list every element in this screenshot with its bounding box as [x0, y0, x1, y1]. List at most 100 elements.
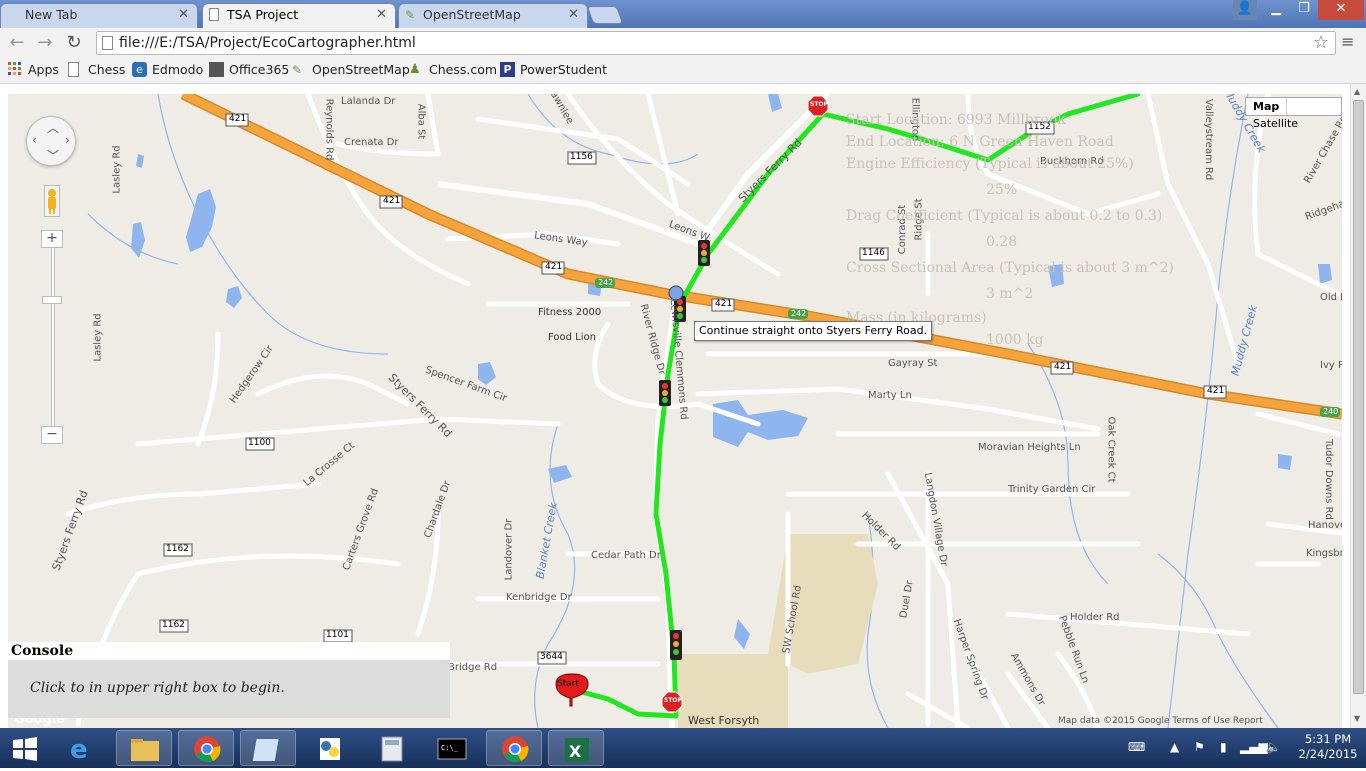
zoom-slider-handle[interactable] — [42, 296, 62, 304]
pan-control[interactable]: ︿ ﹀ ‹ › — [26, 116, 76, 166]
close-icon[interactable]: ✕ — [376, 4, 387, 26]
new-tab-button[interactable] — [586, 6, 624, 24]
network-icon[interactable]: ▂▄▆ — [1240, 740, 1268, 754]
map-label: Cedar Path Dr — [591, 550, 661, 561]
page-icon — [68, 62, 79, 77]
flag-icon[interactable]: ⚑ — [1194, 740, 1205, 754]
excel-icon[interactable]: X — [548, 730, 604, 766]
system-clock[interactable]: 5:31 PM 2/24/2015 — [1294, 732, 1362, 762]
powerstudent-icon: P — [500, 62, 515, 77]
start-marker-label[interactable]: Start — [557, 679, 579, 689]
scroll-up-icon[interactable]: ▲ — [1354, 87, 1360, 96]
route-shield: 1162 — [166, 544, 189, 554]
zoom-in-button[interactable]: + — [41, 230, 63, 248]
svg-text:e: e — [70, 735, 88, 765]
chrome-icon[interactable] — [178, 730, 234, 766]
drag-coefficient-input[interactable]: 0.28 — [986, 234, 1017, 250]
pan-right-icon[interactable]: › — [65, 133, 70, 147]
route-shield: 242 — [791, 309, 807, 318]
scrollbar-thumb[interactable] — [1353, 100, 1364, 694]
bookmark-apps[interactable]: Apps — [8, 62, 59, 78]
minimize-button[interactable]: ▁ — [1262, 0, 1290, 20]
edmodo-icon: e — [132, 62, 147, 77]
back-arrow-icon[interactable]: ← — [6, 32, 28, 53]
stop-sign-label: STOP — [810, 101, 828, 108]
vertical-scrollbar[interactable]: ▲ ▼ — [1350, 84, 1366, 728]
command-prompt-icon[interactable]: C:\_ — [424, 730, 480, 766]
end-location-text: End Location: 6 N Green Haven Road — [846, 134, 1114, 150]
map-label: Valleystream Rd — [1203, 98, 1215, 181]
bookmark-chess-com[interactable]: ♟ Chess.com — [409, 62, 497, 78]
drag-coefficient-label: Drag Coefficient (Typical is about 0.2 t… — [846, 208, 1163, 224]
svg-text:C:\_: C:\_ — [441, 744, 459, 752]
route-shield: 421 — [1054, 362, 1072, 372]
volume-icon[interactable]: 🔈 — [1266, 740, 1281, 754]
map-label: Lasley Rd — [111, 145, 123, 194]
map-label: Kingsbrid — [1306, 548, 1342, 559]
bookmark-powerstudent[interactable]: P PowerStudent — [500, 62, 607, 78]
calculator-icon[interactable] — [364, 730, 420, 766]
chrome-icon[interactable] — [486, 730, 542, 766]
bookmarks-bar: Apps Chess e Edmodo Office365 ✎ OpenStreet… — [0, 58, 1366, 84]
map-graphics — [65, 94, 1342, 728]
map-label: Bridge Rd — [448, 662, 498, 673]
python-icon[interactable] — [302, 730, 358, 766]
start-button[interactable] — [0, 730, 50, 766]
bookmark-edmodo[interactable]: e Edmodo — [132, 62, 203, 78]
mass-input[interactable]: 1000 kg — [986, 332, 1044, 348]
map-type-map-button[interactable]: Map — [1246, 98, 1288, 115]
file-explorer-icon[interactable] — [116, 730, 172, 766]
map-type-satellite-button[interactable]: Satellite — [1246, 115, 1305, 132]
zoom-slider-track[interactable] — [51, 234, 55, 444]
pan-up-icon[interactable]: ︿ — [47, 119, 59, 136]
clock-time: 5:31 PM — [1304, 732, 1352, 746]
user-icon[interactable]: 👤 — [1233, 0, 1257, 20]
route-shield: 1101 — [326, 630, 349, 640]
close-icon[interactable]: ✕ — [178, 4, 189, 26]
svg-text:X: X — [569, 742, 582, 761]
zoom-out-button[interactable]: − — [41, 426, 63, 444]
pan-left-icon[interactable]: ‹ — [32, 133, 37, 147]
menu-icon[interactable]: ≡ — [1341, 32, 1357, 51]
cross-sectional-area-input[interactable]: 3 m^2 — [986, 286, 1033, 302]
notepad-icon[interactable] — [240, 730, 296, 766]
map-label: Trinity Garden Cir — [1008, 484, 1096, 495]
bookmark-office365[interactable]: Office365 — [209, 62, 289, 78]
console-message: Click to in upper right box to begin. — [8, 660, 450, 718]
bookmark-chess[interactable]: Chess — [68, 62, 125, 78]
show-hidden-icons-icon[interactable]: ▲ — [1170, 740, 1179, 754]
route-shield: 242 — [598, 278, 614, 287]
street-view-pegman-icon[interactable] — [44, 185, 60, 217]
page-icon — [102, 36, 113, 50]
forward-arrow-icon[interactable]: → — [34, 32, 56, 53]
route-instruction-tooltip: Continue straight onto Styers Ferry Road… — [694, 321, 933, 341]
battery-icon[interactable]: ▮ — [1220, 740, 1227, 754]
bookmark-openstreetmap[interactable]: ✎ OpenStreetMap — [292, 62, 410, 78]
pan-down-icon[interactable]: ﹀ — [47, 147, 59, 164]
map-label: Old F — [1320, 292, 1342, 303]
bookmark-label: Office365 — [229, 62, 290, 77]
map-label: Gayray St — [888, 358, 938, 369]
tab-tsa-project[interactable]: TSA Project ✕ — [202, 3, 396, 28]
bookmark-label: PowerStudent — [520, 62, 607, 77]
console-title: Console — [8, 642, 450, 660]
reload-icon[interactable]: ↻ — [63, 32, 85, 53]
water-bodies — [131, 94, 1332, 649]
engine-efficiency-input[interactable]: 25% — [986, 182, 1017, 198]
address-bar[interactable]: file:///E:/TSA/Project/EcoCartographer.h… — [96, 31, 1336, 55]
keyboard-icon[interactable]: ⌨ — [1128, 740, 1145, 754]
route-shield: 1162 — [162, 620, 185, 630]
tab-new-tab[interactable]: New Tab ✕ — [0, 3, 198, 28]
map-label: Lasley Rd — [92, 313, 104, 362]
internet-explorer-icon[interactable]: e — [54, 730, 110, 766]
maximize-button[interactable]: ❐ — [1290, 0, 1318, 20]
close-icon[interactable]: ✕ — [568, 4, 579, 26]
map-label: Fitness 2000 — [538, 307, 602, 318]
tab-openstreetmap[interactable]: ✎ OpenStreetMap ✕ — [398, 3, 588, 28]
map-label: Kenbridge Dr — [506, 592, 572, 603]
star-icon[interactable]: ☆ — [1313, 32, 1329, 54]
map-canvas[interactable]: Lalanda Dr Crenata Dr Alba St Reynolds R… — [8, 94, 1342, 728]
close-window-button[interactable]: ✕ — [1318, 0, 1364, 20]
map-label: Marty Ln — [868, 390, 912, 401]
scroll-down-icon[interactable]: ▼ — [1354, 714, 1360, 723]
